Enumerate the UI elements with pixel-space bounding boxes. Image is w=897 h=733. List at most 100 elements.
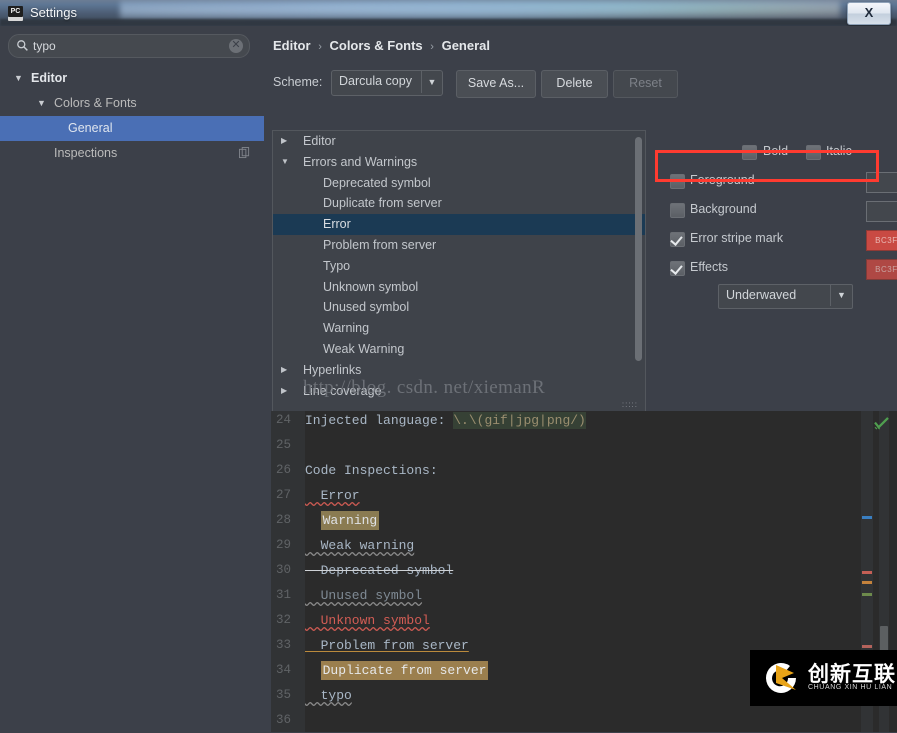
titlebar-shadow-band (0, 19, 897, 26)
sidebar-item-inspections[interactable]: Inspections (0, 141, 264, 166)
breadcrumb-item-colors-and-fonts[interactable]: Colors & Fonts (329, 38, 422, 53)
pycharm-icon: PC (8, 6, 23, 21)
breadcrumb-separator: › (426, 41, 438, 53)
list-item[interactable]: Unused symbol (273, 297, 645, 318)
close-icon[interactable]: X (847, 2, 891, 25)
line-number: 35 (265, 683, 291, 708)
list-item-label: Deprecated symbol (323, 173, 431, 194)
list-item-label: Unused symbol (323, 297, 409, 318)
line-number: 24 (265, 408, 291, 433)
list-item[interactable]: Deprecated symbol (273, 173, 645, 194)
code-text: Injected language: (305, 413, 453, 428)
bold-checkbox[interactable] (742, 145, 757, 160)
effects-swatch[interactable]: BC3F3C (866, 259, 897, 280)
foreground-checkbox[interactable] (670, 174, 685, 189)
list-item-label: Weak Warning (323, 339, 404, 360)
window-title: Settings (30, 5, 77, 20)
sidebar-item-label: Colors & Fonts (54, 91, 137, 116)
marker-stripe[interactable] (862, 593, 872, 596)
list-item-label: Problem from server (323, 235, 436, 256)
italic-label: Italic (826, 144, 852, 158)
chevron-down-icon: ▼ (421, 71, 442, 93)
effect-type-select[interactable]: Underwaved ▼ (718, 284, 853, 309)
window-body: ✕ ▼ Editor ▼ Colors & Fonts General Insp… (0, 26, 897, 706)
sidebar-item-colors-and-fonts[interactable]: ▼ Colors & Fonts (0, 91, 264, 116)
scheme-select-value: Darcula copy (339, 74, 412, 88)
code-line: 36 (305, 708, 863, 733)
search-input[interactable] (33, 38, 213, 54)
code-text-problem-from-server: Problem from server (305, 633, 469, 658)
clear-icon[interactable]: ✕ (229, 39, 243, 53)
sidebar-item-editor[interactable]: ▼ Editor (0, 66, 264, 91)
scheme-select[interactable]: Darcula copy ▼ (331, 70, 443, 96)
watermark-logo: 创新互联 CHUANG XIN HU LIAN (750, 650, 897, 706)
list-item[interactable]: Warning (273, 318, 645, 339)
background-label: Background (690, 202, 757, 216)
code-line: 31 Unused symbol (305, 583, 863, 608)
delete-button[interactable]: Delete (541, 70, 608, 98)
list-scrollbar[interactable] (635, 137, 642, 361)
search-box[interactable]: ✕ (8, 34, 250, 58)
list-item[interactable]: ▶ Editor (273, 131, 645, 152)
line-number: 34 (265, 658, 291, 683)
code-line: 32 Unknown symbol (305, 608, 863, 633)
color-settings-list: ▶ Editor ▼ Errors and Warnings Deprecate… (272, 130, 646, 412)
line-number: 29 (265, 533, 291, 558)
background-checkbox[interactable] (670, 203, 685, 218)
sidebar-item-general[interactable]: General (0, 116, 264, 141)
inspection-ok-icon[interactable] (874, 417, 889, 430)
list-item-selected[interactable]: Error (273, 214, 645, 235)
code-line: 25 (305, 433, 863, 458)
italic-checkbox[interactable] (806, 145, 821, 160)
chevron-right-icon: ▶ (281, 131, 287, 152)
effects-checkbox[interactable] (670, 261, 685, 276)
marker-stripe[interactable] (862, 645, 872, 648)
background-swatch[interactable] (866, 201, 897, 222)
chevron-right-icon: ▶ (281, 360, 287, 381)
line-number: 33 (265, 633, 291, 658)
marker-stripe[interactable] (862, 581, 872, 584)
line-number: 26 (265, 458, 291, 483)
chevron-down-icon: ▼ (830, 285, 852, 306)
code-text-unknown-symbol: Unknown symbol (305, 608, 430, 633)
watermark-text: http://blog. csdn. net/xiemanR (303, 377, 545, 399)
code-line: 28 Warning (305, 508, 863, 533)
list-item-label: Warning (323, 318, 369, 339)
save-as-button[interactable]: Save As... (456, 70, 536, 98)
list-item[interactable]: Weak Warning (273, 339, 645, 360)
code-text-warning: Warning (321, 511, 380, 530)
list-item[interactable]: Problem from server (273, 235, 645, 256)
code-line: 29 Weak warning (305, 533, 863, 558)
breadcrumb: Editor › Colors & Fonts › General (273, 38, 490, 53)
sidebar-item-label: General (68, 116, 112, 141)
error-stripe-mark-swatch[interactable]: BC3F3C (866, 230, 897, 251)
breadcrumb-item-general[interactable]: General (442, 38, 490, 53)
code-indent (305, 663, 321, 678)
sidebar-item-label: Inspections (54, 141, 117, 166)
chevron-down-icon: ▼ (281, 152, 289, 173)
copy-icon (239, 147, 250, 159)
line-number: 27 (265, 483, 291, 508)
error-stripe-mark-checkbox[interactable] (670, 232, 685, 247)
list-item[interactable]: Typo (273, 256, 645, 277)
list-item-label: Typo (323, 256, 350, 277)
list-item[interactable]: Duplicate from server (273, 193, 645, 214)
line-number: 25 (265, 433, 291, 458)
code-line: 27 Error (305, 483, 863, 508)
logo-pinyin-text: CHUANG XIN HU LIAN (808, 684, 892, 691)
marker-stripe[interactable] (862, 571, 872, 574)
foreground-swatch[interactable] (866, 172, 897, 193)
marker-stripe[interactable] (862, 516, 872, 519)
line-number: 31 (265, 583, 291, 608)
list-item[interactable]: Unknown symbol (273, 277, 645, 298)
breadcrumb-separator: › (314, 41, 326, 53)
code-text-highlighted: \.\(gif|jpg|png/) (453, 412, 586, 429)
foreground-label: Foreground (690, 173, 755, 187)
breadcrumb-item-editor[interactable]: Editor (273, 38, 311, 53)
list-item[interactable]: ▼ Errors and Warnings (273, 152, 645, 173)
code-line: 26 Code Inspections: (305, 458, 863, 483)
code-text-typo: typo (305, 683, 352, 708)
list-item-label: Errors and Warnings (303, 152, 417, 173)
bold-label: Bold (763, 144, 788, 158)
line-number: 32 (265, 608, 291, 633)
